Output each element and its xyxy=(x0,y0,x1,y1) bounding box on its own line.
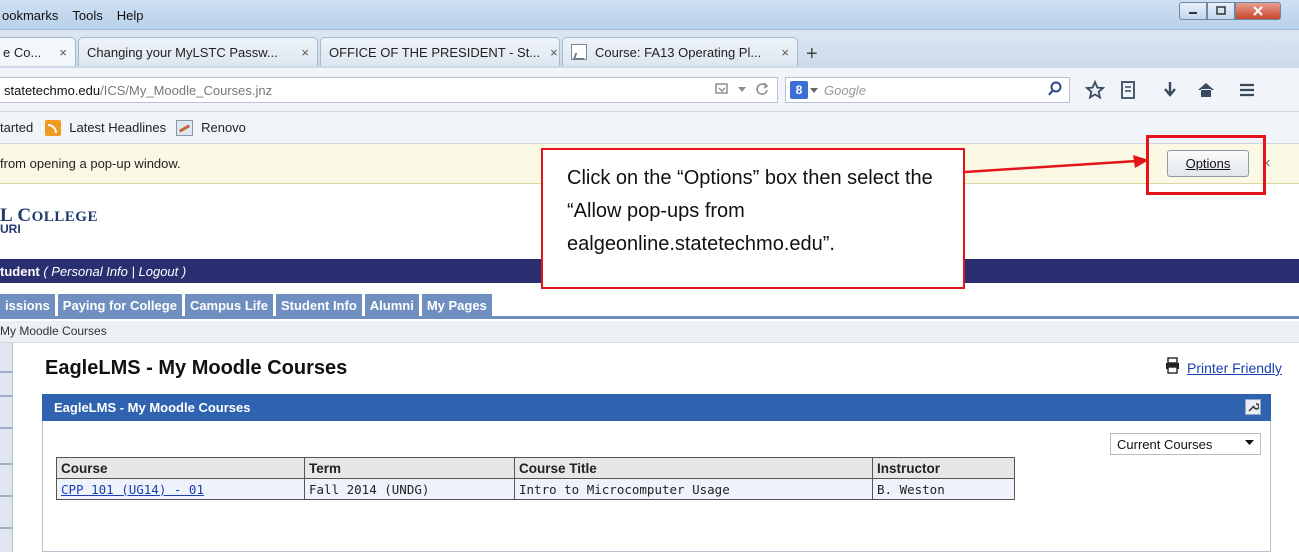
reload-icon[interactable] xyxy=(755,82,769,96)
sidebar-divider xyxy=(0,527,13,529)
search-placeholder: Google xyxy=(824,82,866,98)
page-title: EagleLMS - My Moodle Courses xyxy=(45,357,348,379)
search-icon[interactable] xyxy=(1047,81,1063,97)
nav-tab-student-info[interactable]: Student Info xyxy=(275,294,362,316)
instruction-callout: Click on the “Options” box then select t… xyxy=(541,148,965,289)
tab-current[interactable]: e Co... × xyxy=(0,37,76,66)
home-icon[interactable] xyxy=(1196,80,1216,100)
menu-item-tools[interactable]: Tools xyxy=(70,8,104,23)
nav-underline xyxy=(0,316,1299,319)
popup-blocked-message: from opening a pop-up window. xyxy=(0,156,181,171)
maximize-icon xyxy=(1216,6,1226,15)
course-link[interactable]: CPP 101 (UG14) - 01 xyxy=(61,482,204,497)
minimize-icon xyxy=(1189,12,1197,14)
search-engine-icon[interactable]: 8 xyxy=(790,81,808,99)
renovo-icon xyxy=(176,119,194,136)
window-titlebar: ookmarks Tools Help xyxy=(0,0,1299,30)
tab-course-fa13[interactable]: Course: FA13 Operating Pl... × xyxy=(562,37,798,66)
column-header-course-title: Course Title xyxy=(514,457,873,479)
column-header-course: Course xyxy=(56,457,305,479)
close-icon xyxy=(1253,6,1263,16)
address-bar[interactable]: statetechmo.edu/ICS/My_Moodle_Courses.jn… xyxy=(0,77,778,103)
page-favicon-icon xyxy=(571,44,587,60)
printer-friendly-link[interactable]: Printer Friendly xyxy=(1187,360,1282,376)
term-cell: Fall 2014 (UNDG) xyxy=(304,478,515,500)
sidebar-divider xyxy=(0,495,13,497)
term-filter-value: Current Courses xyxy=(1117,436,1213,452)
sidebar-divider xyxy=(0,395,13,397)
navigation-toolbar: statetechmo.edu/ICS/My_Moodle_Courses.jn… xyxy=(0,68,1299,112)
table-row: CPP 101 (UG14) - 01 Fall 2014 (UNDG) Int… xyxy=(56,478,1015,500)
nav-tab-alumni[interactable]: Alumni xyxy=(364,294,419,316)
menu-bar: ookmarks Tools Help xyxy=(0,8,145,23)
courses-table: Course Term Course Title Instructor CPP … xyxy=(56,457,1015,500)
tab-close-icon[interactable]: × xyxy=(291,45,309,60)
tab-close-icon[interactable]: × xyxy=(540,45,558,60)
nav-tab-campus-life[interactable]: Campus Life xyxy=(184,294,273,316)
window-controls xyxy=(1179,2,1281,20)
tab-label: Changing your MyLSTC Passw... xyxy=(87,44,278,60)
sidebar-divider xyxy=(0,427,13,429)
personal-info-link[interactable]: Personal Info xyxy=(51,264,128,279)
reader-icon[interactable] xyxy=(715,82,729,96)
bookmarks-menu-icon[interactable] xyxy=(1118,80,1138,100)
tab-label: OFFICE OF THE PRESIDENT - St... xyxy=(329,44,541,60)
nav-tab-paying-for-college[interactable]: Paying for College xyxy=(57,294,182,316)
term-filter-select[interactable]: Current Courses xyxy=(1110,433,1261,455)
url-actions xyxy=(715,82,769,99)
menu-item-help[interactable]: Help xyxy=(115,8,146,23)
logout-link[interactable]: Logout xyxy=(139,264,179,279)
portlet-title: EagleLMS - My Moodle Courses xyxy=(54,400,251,415)
tab-label: Course: FA13 Operating Pl... xyxy=(595,44,762,60)
bookmarks-toolbar: tarted Latest Headlines Renovo xyxy=(0,112,1299,144)
download-icon[interactable] xyxy=(1160,80,1180,100)
nav-tab-admissions[interactable]: issions xyxy=(0,294,55,316)
instructor-cell: B. Weston xyxy=(872,478,1015,500)
portlet-settings-icon[interactable] xyxy=(1245,399,1261,415)
wrench-icon xyxy=(1248,403,1259,412)
course-cell: CPP 101 (UG14) - 01 xyxy=(56,478,305,500)
breadcrumb[interactable]: My Moodle Courses xyxy=(0,321,1299,343)
table-header-row: Course Term Course Title Instructor xyxy=(56,457,1015,479)
bookmark-renovo[interactable]: Renovo xyxy=(201,120,246,135)
college-state: URI xyxy=(0,222,21,236)
new-tab-button[interactable]: + xyxy=(806,43,818,66)
dropdown-icon[interactable] xyxy=(737,82,747,96)
tab-strip: e Co... × Changing your MyLSTC Passw... … xyxy=(0,30,1299,68)
column-header-term: Term xyxy=(304,457,515,479)
left-sidebar-strip xyxy=(0,343,13,552)
user-links: ( Personal Info | Logout ) xyxy=(39,263,187,279)
bookmark-getting-started[interactable]: tarted xyxy=(0,120,33,135)
url-host: statetechmo.edu xyxy=(4,82,101,98)
column-header-instructor: Instructor xyxy=(872,457,1015,479)
site-nav-tabs: issions Paying for College Campus Life S… xyxy=(0,294,492,316)
url-path: /ICS/My_Moodle_Courses.jnz xyxy=(100,82,273,98)
tab-close-icon[interactable]: × xyxy=(771,45,789,60)
course-title-cell: Intro to Microcomputer Usage xyxy=(514,478,873,500)
star-icon[interactable] xyxy=(1085,80,1105,100)
chevron-down-icon xyxy=(1245,440,1254,445)
portlet-header: EagleLMS - My Moodle Courses xyxy=(42,394,1271,421)
options-highlight-box xyxy=(1146,135,1266,195)
user-role: tudent xyxy=(0,263,40,279)
menu-item-bookmarks[interactable]: ookmarks xyxy=(0,8,60,23)
arrow-icon xyxy=(965,155,1149,174)
tab-close-icon[interactable]: × xyxy=(49,45,67,60)
maximize-button[interactable] xyxy=(1207,2,1235,20)
printer-icon[interactable] xyxy=(1165,357,1180,374)
search-bar[interactable]: 8 Google xyxy=(785,77,1070,103)
close-window-button[interactable] xyxy=(1235,2,1281,20)
tab-label: e Co... xyxy=(3,44,42,60)
bookmark-latest-headlines[interactable]: Latest Headlines xyxy=(69,120,166,135)
nav-tab-my-pages[interactable]: My Pages xyxy=(421,294,492,316)
hamburger-menu-icon[interactable] xyxy=(1237,80,1257,100)
sidebar-divider xyxy=(0,463,13,465)
sidebar-divider xyxy=(0,371,13,373)
tab-changing-password[interactable]: Changing your MyLSTC Passw... × xyxy=(78,37,318,66)
rss-icon xyxy=(45,119,62,136)
tab-office-of-president[interactable]: OFFICE OF THE PRESIDENT - St... × xyxy=(320,37,560,66)
engine-dropdown-icon[interactable] xyxy=(810,86,818,94)
minimize-button[interactable] xyxy=(1179,2,1207,20)
